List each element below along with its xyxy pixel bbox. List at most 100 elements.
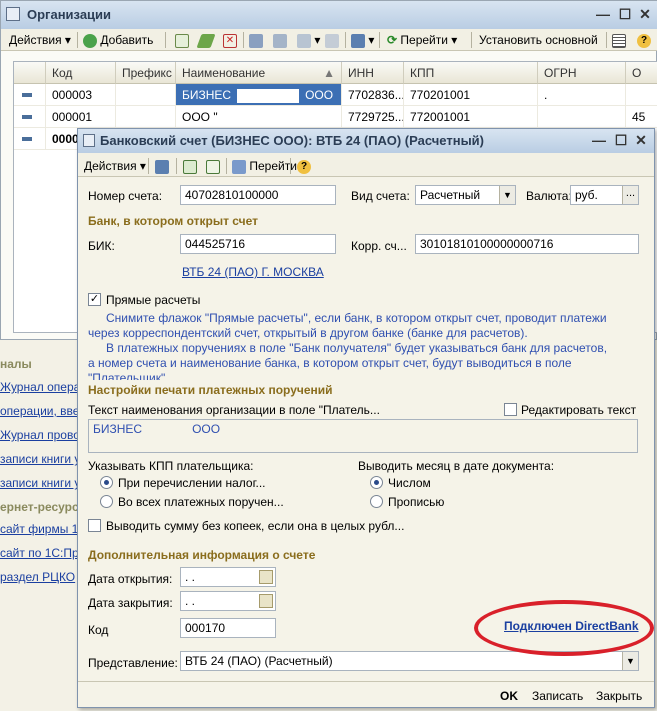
account-type-select[interactable]: Расчетный ▼	[415, 185, 516, 205]
set-main-button[interactable]: Установить основной	[479, 32, 598, 48]
toolbar-separator	[165, 32, 166, 48]
delete-button[interactable]: ✕	[223, 32, 237, 48]
copy-record-button[interactable]	[206, 158, 220, 174]
corr-account-label: Корр. сч...	[351, 239, 407, 253]
list-settings-button[interactable]	[612, 32, 626, 48]
kpp-radio-all[interactable]	[100, 495, 113, 508]
table-header-kpp[interactable]: КПП	[404, 62, 538, 84]
nav-link-1c-site[interactable]: сайт фирмы 1С	[0, 522, 87, 536]
toolbar-separator	[176, 158, 177, 174]
close-icon[interactable]: ✕	[636, 6, 654, 24]
nav-link-1c-pre-site[interactable]: сайт по 1С:Пре	[0, 546, 85, 560]
toolbar-separator	[226, 158, 227, 174]
table-header-o[interactable]: О	[626, 62, 657, 84]
currency-value: руб.	[575, 188, 598, 202]
table-row[interactable]	[14, 128, 46, 150]
goto-label: Перейти	[400, 33, 448, 47]
month-radio-words[interactable]	[370, 495, 383, 508]
account-number-field[interactable]: 40702810100000	[180, 185, 336, 205]
direct-payments-checkbox[interactable]: ✓	[88, 293, 101, 306]
open-date-value: . .	[185, 570, 196, 584]
bik-field[interactable]: 044525716	[180, 234, 336, 254]
code-field[interactable]: 000170	[180, 618, 276, 638]
add-button[interactable]: Добавить	[83, 32, 153, 48]
filter-dropdown-button[interactable]: ▾	[297, 32, 320, 48]
currency-label: Валюта:	[526, 189, 572, 203]
edit-text-label: Редактировать текст	[521, 403, 637, 417]
kpp-radio-tax[interactable]	[100, 476, 113, 489]
filter-icon	[249, 33, 263, 48]
table-header-ogrn[interactable]: ОГРН	[538, 62, 626, 84]
export-button[interactable]: ▾	[351, 32, 374, 48]
open-date-field[interactable]: . .	[180, 567, 276, 587]
minimize-icon[interactable]: —	[594, 6, 612, 24]
table-row[interactable]	[14, 84, 46, 106]
close-button[interactable]: Закрыть	[596, 689, 642, 703]
table-header-inn[interactable]: ИНН	[342, 62, 404, 84]
table-row[interactable]	[14, 106, 46, 128]
nav-section-header: ернет-ресурс	[0, 500, 79, 514]
nav-link-operations[interactable]: операции, введ	[0, 404, 86, 418]
bank-name-link[interactable]: ВТБ 24 (ПАО) Г. МОСКВА	[182, 265, 324, 279]
minimize-icon[interactable]: —	[590, 132, 608, 150]
help-icon: ?	[297, 159, 311, 174]
copy-icon	[175, 33, 189, 48]
table-cell-inn: 7729725...	[342, 106, 404, 128]
dialog-button-bar: OK Записать Закрыть	[78, 681, 654, 707]
table-header-icon-col	[14, 62, 46, 84]
copy-button[interactable]	[175, 32, 189, 48]
maximize-icon[interactable]: ☐	[612, 132, 630, 150]
save-icon-button[interactable]	[183, 158, 197, 174]
filter-button[interactable]	[249, 32, 263, 48]
ellipsis-icon[interactable]: ...	[622, 186, 638, 204]
actions-menu-button[interactable]: Действия ▾	[9, 32, 71, 48]
close-icon[interactable]: ✕	[632, 132, 650, 150]
edit-text-checkbox[interactable]	[504, 403, 517, 416]
save-button[interactable]: Записать	[532, 689, 583, 703]
filter-list-button[interactable]	[273, 32, 287, 48]
org-text-area[interactable]: БИЗНЕС ООО	[88, 419, 638, 453]
clear-filter-button[interactable]	[325, 32, 339, 48]
goto-menu-button[interactable]: ⟳ Перейти ▾	[387, 32, 457, 48]
chevron-down-icon[interactable]: ▼	[499, 186, 515, 204]
close-date-value: . .	[185, 594, 196, 608]
edit-button[interactable]	[196, 32, 216, 48]
close-date-field[interactable]: . .	[180, 591, 276, 611]
toolbar-separator	[148, 158, 149, 174]
note-overflow-clip: "Плательщик"	[88, 371, 648, 380]
direct-payments-label: Прямые расчеты	[106, 293, 201, 307]
table-cell-name-selected[interactable]: БИЗНЕС ООО	[176, 84, 342, 106]
no-kopecks-checkbox[interactable]	[88, 519, 101, 532]
nav-link-book-records-1[interactable]: записи книги у	[0, 452, 80, 466]
table-cell-kpp: 772001001	[404, 106, 538, 128]
dialog-goto-menu-button[interactable]: Перейти ▾	[232, 158, 306, 174]
corr-account-field[interactable]: 30101810100000000716	[415, 234, 639, 254]
nav-link-rcko[interactable]: раздел РЦКО	[0, 570, 75, 584]
open-date-label: Дата открытия:	[88, 572, 173, 586]
post-button[interactable]	[155, 158, 169, 174]
copy-icon	[206, 159, 220, 174]
table-header-prefix[interactable]: Префикс	[116, 62, 176, 84]
table-header-name[interactable]: Наименование ▲	[176, 62, 342, 84]
ok-button[interactable]: OK	[500, 689, 518, 703]
dialog-help-button[interactable]: ?	[297, 158, 311, 174]
dialog-actions-menu-button[interactable]: Действия ▾	[84, 158, 146, 174]
actions-label: Действия	[9, 33, 62, 47]
close-date-label: Дата закрытия:	[88, 596, 173, 610]
nav-link-book-records-2[interactable]: записи книги у	[0, 476, 80, 490]
export-icon	[351, 33, 365, 48]
maximize-icon[interactable]: ☐	[616, 6, 634, 24]
table-header-code[interactable]: Код	[46, 62, 116, 84]
bank-account-dialog-title: Банковский счет (БИЗНЕС ООО): ВТБ 24 (ПА…	[100, 133, 485, 148]
month-radio-number[interactable]	[370, 476, 383, 489]
currency-field[interactable]: руб....	[570, 185, 639, 205]
chevron-down-icon[interactable]: ▼	[622, 652, 638, 670]
nav-link-journal-operations[interactable]: Журнал операц	[0, 380, 87, 394]
calendar-icon[interactable]	[259, 594, 273, 608]
nav-link-journal-postings[interactable]: Журнал провод	[0, 428, 87, 442]
help-icon: ?	[637, 33, 651, 48]
code-label: Код	[88, 623, 109, 637]
calendar-icon[interactable]	[259, 570, 273, 584]
pencil-icon	[196, 33, 216, 48]
help-button[interactable]: ?	[637, 32, 651, 48]
